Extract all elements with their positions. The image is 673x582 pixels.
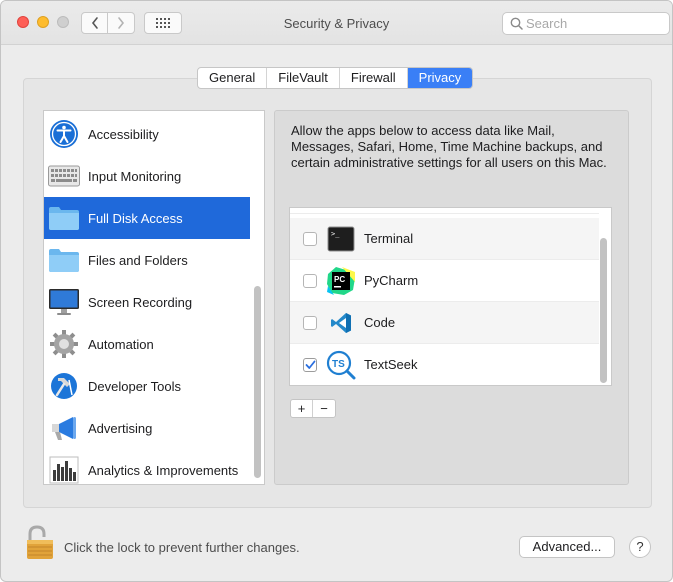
hammer-icon [47, 369, 81, 403]
sidebar-item-label: Accessibility [88, 126, 159, 142]
lock-button[interactable] [25, 525, 57, 564]
list-item[interactable]: Code [290, 302, 599, 344]
app-checkbox[interactable] [303, 315, 317, 330]
accessibility-icon [47, 117, 81, 151]
sidebar-item-accessibility[interactable]: Accessibility [44, 113, 250, 155]
textseek-icon: TS [326, 350, 356, 380]
description-text: Allow the apps below to access data like… [291, 123, 607, 170]
sidebar-item-automation[interactable]: Automation [44, 323, 250, 365]
sidebar-item-label: Input Monitoring [88, 168, 182, 184]
sidebar-item-screen-recording[interactable]: Screen Recording [44, 281, 250, 323]
sidebar-item-label: Screen Recording [88, 294, 193, 310]
app-list[interactable]: >_ Terminal PC PyCharm Code TS TextSeek [289, 207, 612, 386]
lock-status-text: Click the lock to prevent further change… [64, 540, 300, 555]
search-icon [510, 17, 523, 30]
advanced-button[interactable]: Advanced... [519, 536, 615, 558]
app-checkbox[interactable] [303, 357, 317, 372]
tab-privacy[interactable]: Privacy [407, 68, 473, 88]
bar-chart-icon [47, 453, 81, 484]
app-checkbox[interactable] [303, 231, 317, 246]
sidebar-item-files-and-folders[interactable]: Files and Folders [44, 239, 250, 281]
list-item[interactable]: PC PyCharm [290, 260, 599, 302]
sidebar-item-label: Developer Tools [88, 378, 181, 394]
add-app-button[interactable]: + [291, 400, 313, 417]
security-privacy-window: Security & Privacy General FileVault Fir… [0, 0, 673, 582]
svg-text:>_: >_ [331, 230, 340, 238]
tab-bar: General FileVault Firewall Privacy [197, 67, 474, 89]
folder-icon [47, 201, 81, 235]
vscode-icon [326, 308, 356, 338]
folder-icon [47, 243, 81, 277]
megaphone-icon [47, 411, 81, 445]
sidebar-item-label: Analytics & Improvements [88, 462, 239, 478]
sidebar-item-label: Files and Folders [88, 252, 188, 268]
search-input[interactable] [526, 15, 664, 32]
app-name: TextSeek [364, 357, 418, 372]
sidebar-item-analytics[interactable]: Analytics & Improvements [44, 449, 250, 484]
unlocked-padlock-icon [27, 525, 53, 559]
app-name: PyCharm [364, 273, 419, 288]
app-name: Code [364, 315, 396, 330]
pycharm-icon: PC [326, 266, 356, 296]
title-bar: Security & Privacy [1, 1, 672, 45]
sidebar-scrollbar[interactable] [254, 286, 261, 478]
list-item[interactable]: >_ Terminal [290, 218, 599, 260]
privacy-category-list[interactable]: Accessibility Input Monitoring Full Disk… [43, 110, 265, 485]
sidebar-item-label: Full Disk Access [88, 210, 183, 226]
sidebar-item-label: Automation [88, 336, 154, 352]
checkmark-icon [305, 360, 315, 369]
list-item [290, 207, 599, 214]
svg-text:TS: TS [332, 359, 345, 370]
sidebar-item-label: Advertising [88, 420, 153, 436]
remove-app-button[interactable]: − [313, 400, 335, 417]
tab-firewall[interactable]: Firewall [340, 68, 408, 88]
add-remove-control: + − [290, 399, 336, 418]
sidebar-item-developer-tools[interactable]: Developer Tools [44, 365, 250, 407]
sidebar-item-full-disk-access[interactable]: Full Disk Access [44, 197, 250, 239]
svg-text:PC: PC [334, 275, 345, 284]
sidebar-item-advertising[interactable]: Advertising [44, 407, 250, 449]
gear-icon [47, 327, 81, 361]
app-list-scrollbar[interactable] [600, 238, 607, 383]
app-icon [326, 207, 356, 208]
tab-filevault[interactable]: FileVault [267, 68, 340, 88]
display-icon [47, 285, 81, 319]
app-checkbox[interactable] [303, 273, 317, 288]
keyboard-icon [47, 159, 81, 193]
terminal-icon: >_ [326, 224, 356, 254]
tab-general[interactable]: General [198, 68, 268, 88]
help-button[interactable]: ? [629, 536, 651, 558]
list-item[interactable]: TS TextSeek [290, 344, 599, 385]
sidebar-item-input-monitoring[interactable]: Input Monitoring [44, 155, 250, 197]
app-name: Terminal [364, 231, 414, 246]
search-field[interactable] [502, 12, 670, 35]
